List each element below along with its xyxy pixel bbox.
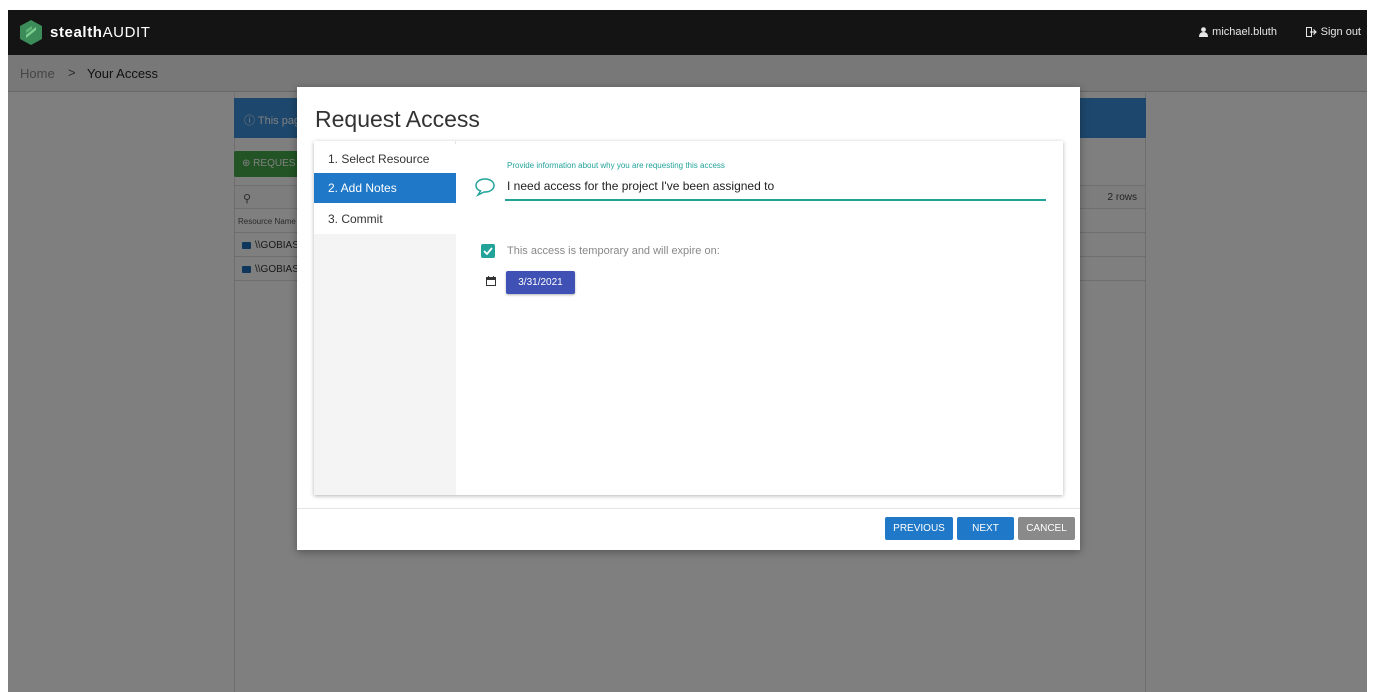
- cancel-button[interactable]: CANCEL: [1018, 517, 1075, 540]
- app-window: stealthAUDIT michael.bluth Sign out Home…: [8, 10, 1367, 692]
- next-button[interactable]: NEXT: [957, 517, 1014, 540]
- user-menu[interactable]: michael.bluth: [1199, 26, 1277, 38]
- sign-out-link[interactable]: Sign out: [1305, 26, 1361, 38]
- notes-field-label: Provide information about why you are re…: [507, 161, 725, 170]
- check-icon: [483, 247, 493, 255]
- user-name: michael.bluth: [1212, 26, 1277, 38]
- dialog-title: Request Access: [315, 106, 480, 132]
- previous-button[interactable]: PREVIOUS: [885, 517, 953, 540]
- logo-light: AUDIT: [102, 24, 151, 41]
- temporary-access-label: This access is temporary and will expire…: [507, 245, 720, 257]
- expire-date-button[interactable]: 3/31/2021: [506, 271, 575, 294]
- sign-out-label: Sign out: [1320, 26, 1361, 38]
- calendar-icon: [486, 276, 496, 286]
- sign-out-icon: [1305, 27, 1317, 37]
- wizard-steps: 1. Select Resource 2. Add Notes 3. Commi…: [314, 141, 456, 495]
- logo-bold: stealth: [50, 24, 103, 41]
- step-add-notes[interactable]: 2. Add Notes: [314, 173, 456, 203]
- top-bar: stealthAUDIT michael.bluth Sign out: [8, 10, 1367, 55]
- step-commit[interactable]: 3. Commit: [314, 204, 456, 234]
- comment-icon: [475, 178, 495, 197]
- temporary-access-checkbox[interactable]: [481, 244, 495, 258]
- logo-icon: [20, 20, 42, 45]
- user-icon: [1199, 27, 1209, 37]
- footer-divider: [297, 508, 1080, 509]
- notes-content: Provide information about why you are re…: [457, 141, 1063, 495]
- steps-background: [314, 234, 456, 495]
- step-select-resource[interactable]: 1. Select Resource: [314, 144, 456, 174]
- request-access-dialog: Request Access 1. Select Resource 2. Add…: [297, 87, 1080, 550]
- wizard-panel: 1. Select Resource 2. Add Notes 3. Commi…: [314, 141, 1063, 495]
- logo-text: stealthAUDIT: [50, 24, 151, 41]
- notes-input[interactable]: [505, 173, 1046, 201]
